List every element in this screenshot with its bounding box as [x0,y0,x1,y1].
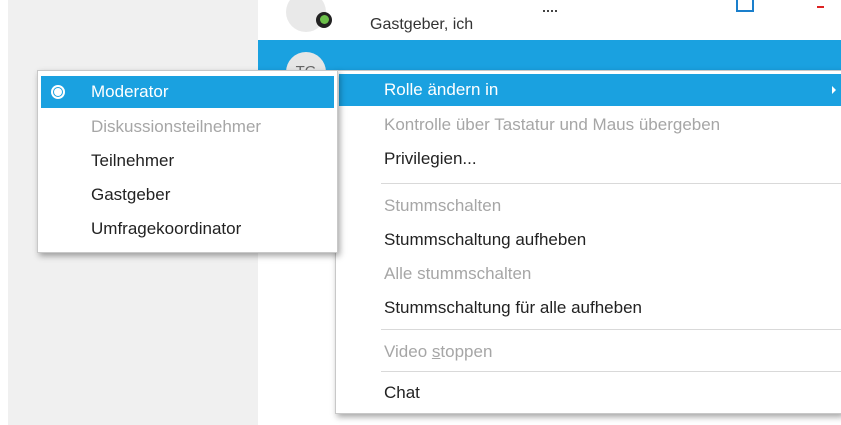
menu-item-label: Umfragekoordinator [91,219,242,238]
menu-item-mute-all[interactable]: Alle stummschalten [336,258,841,290]
label-part: toppen [440,342,493,361]
menu-item-privileges[interactable]: Privilegien... [336,143,841,175]
menu-separator [381,329,841,330]
menu-item-label: Stummschalten [384,196,502,215]
menu-item-label: Stummschaltung aufheben [384,230,587,249]
menu-item-mute[interactable]: Stummschalten [336,190,841,222]
role-item-panelist[interactable]: Diskussionsteilnehmer [38,111,337,143]
window-edge [0,0,8,425]
menu-item-stop-video[interactable]: Video stoppen [336,336,841,368]
radio-selected-icon [51,85,65,99]
menu-separator [381,183,841,184]
role-item-attendee[interactable]: Teilnehmer [38,145,337,177]
menu-item-chat[interactable]: Chat [336,377,841,409]
menu-item-label: Alle stummschalten [384,264,532,283]
role-item-moderator[interactable]: Moderator [41,76,334,108]
menu-item-unmute[interactable]: Stummschaltung aufheben [336,224,841,256]
participant-name: Gastgeber, ich [370,16,474,33]
menu-item-label: Video stoppen [384,342,492,362]
menu-item-label: Gastgeber [91,185,171,204]
participant-context-menu: Rolle ändern in Kontrolle über Tastatur … [335,70,841,414]
menu-item-label: Chat [384,383,420,402]
menu-item-label: Diskussionsteilnehmer [91,117,262,136]
role-submenu: Moderator Diskussionsteilnehmer Teilnehm… [37,70,338,253]
menu-item-label: Privilegien... [384,149,477,168]
label-part: Video [384,342,432,361]
menu-item-label: Teilnehmer [91,151,175,170]
role-item-host[interactable]: Gastgeber [38,179,337,211]
menu-item-label: Kontrolle über Tastatur und Maus übergeb… [384,115,721,134]
menu-item-change-role[interactable]: Rolle ändern in [339,74,841,106]
menu-item-label: Stummschaltung für alle aufheben [384,298,642,317]
menu-item-unmute-all[interactable]: Stummschaltung für alle aufheben [336,292,841,324]
chevron-right-icon [832,86,836,94]
video-icon [736,0,754,12]
menu-separator [381,371,841,372]
status-icon [316,12,332,28]
menu-item-pass-keyboard-mouse[interactable]: Kontrolle über Tastatur und Maus übergeb… [336,109,841,141]
participant-row-host[interactable]: Gastgeber, ich [258,0,841,40]
role-item-poll-coordinator[interactable]: Umfragekoordinator [38,213,337,245]
menu-item-label: Moderator [91,82,169,101]
menu-item-label: Rolle ändern in [384,80,499,99]
audio-icon [543,4,557,12]
mute-indicator-icon [817,6,824,8]
